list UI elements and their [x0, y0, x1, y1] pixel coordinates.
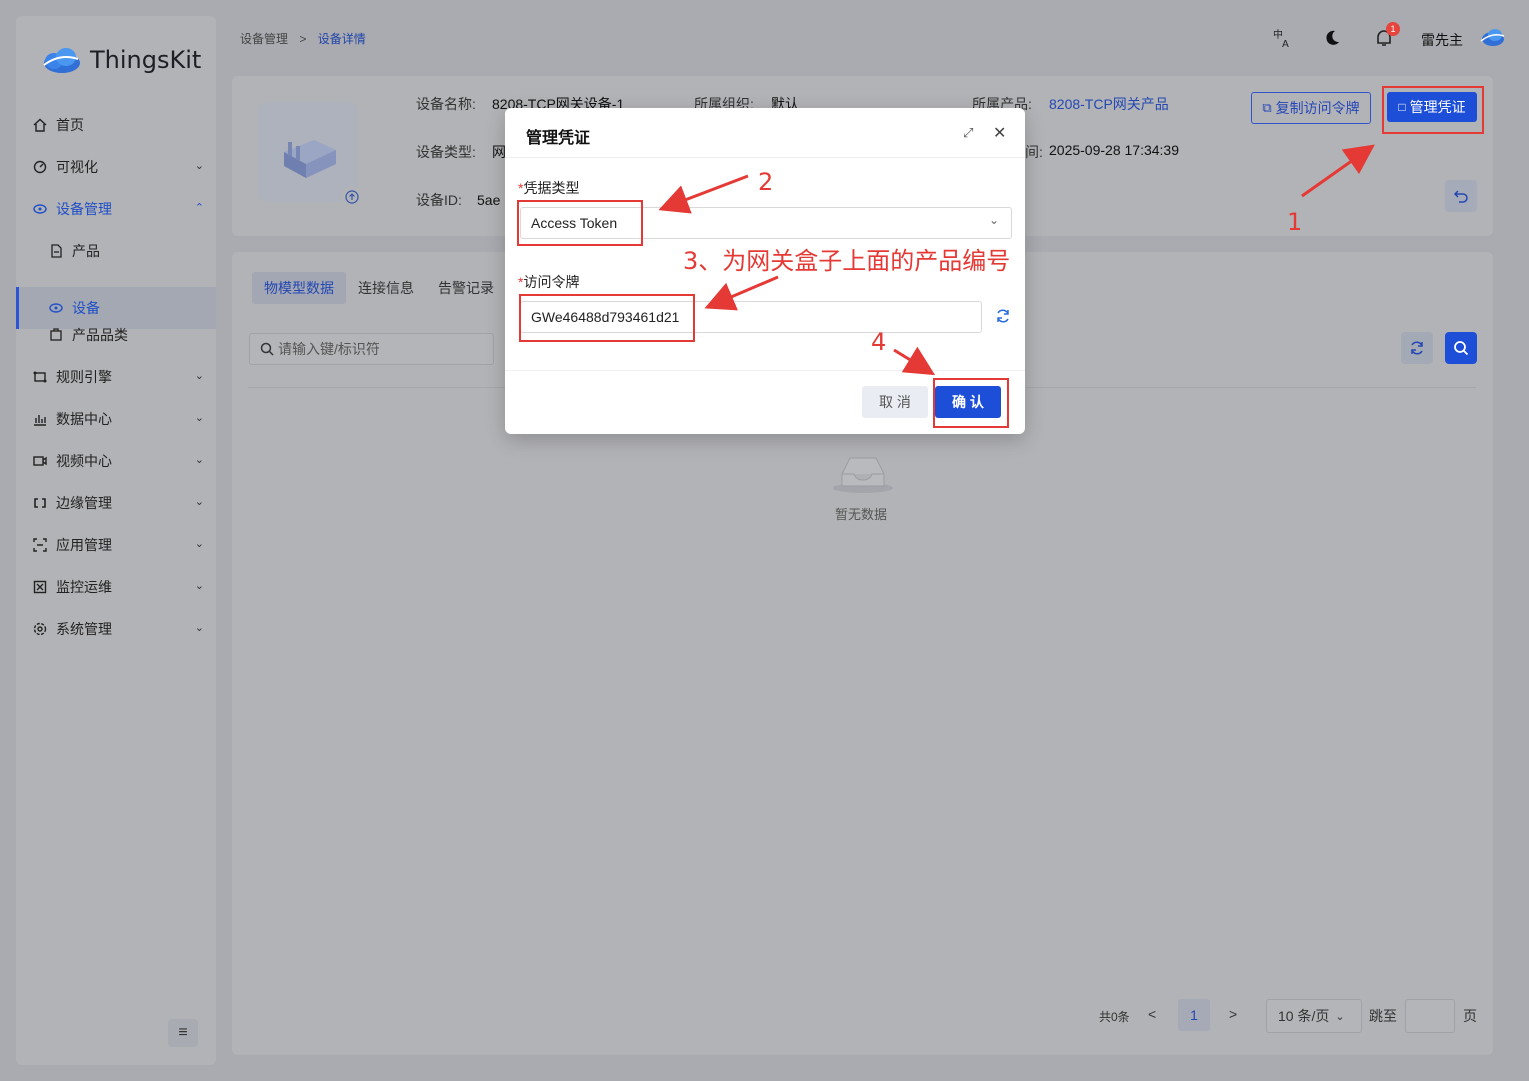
annotation-arrows: [658, 144, 1375, 376]
annotation-number-2: 2: [758, 168, 774, 196]
annotation-number-4: 4: [871, 328, 887, 356]
annotation-number-1: 1: [1287, 208, 1303, 236]
annotation-step-3: 3、为网关盒子上面的产品编号: [683, 247, 1011, 275]
